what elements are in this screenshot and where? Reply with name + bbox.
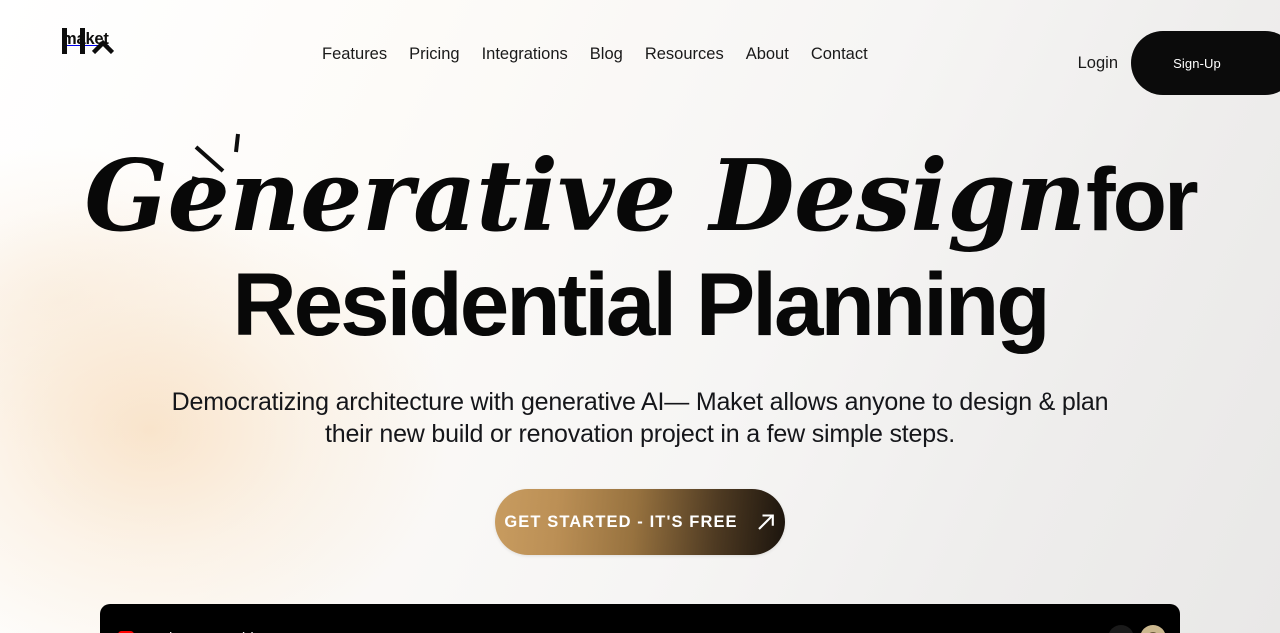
video-share-button[interactable] — [1108, 625, 1134, 633]
site-header: maket Features Pricing Integrations Blog… — [0, 0, 1280, 108]
login-link[interactable]: Login — [1078, 52, 1118, 75]
nav-item-blog[interactable]: Blog — [579, 43, 634, 65]
brand-logo[interactable]: maket — [62, 28, 124, 76]
video-title[interactable]: Maket - AI architecture — [148, 630, 1108, 633]
video-top-bar: Maket - AI architecture — [100, 618, 1180, 633]
hero-subtitle: Democratizing architecture with generati… — [171, 388, 1109, 448]
logo-bar-right — [80, 28, 85, 54]
nav-item-contact[interactable]: Contact — [800, 43, 879, 65]
headline-line-2-text: Residential Planning — [232, 254, 1050, 354]
header-actions: Login Sign-Up — [1078, 31, 1280, 95]
chevron-up-icon — [92, 40, 114, 54]
nav-item-features[interactable]: Features — [322, 43, 398, 65]
video-player[interactable]: Maket - AI architecture — [100, 604, 1180, 633]
get-started-label: GET STARTED - IT'S FREE — [504, 512, 738, 531]
arrow-up-right-icon — [757, 514, 774, 530]
channel-avatar-icon[interactable] — [1140, 625, 1166, 633]
nav-item-pricing[interactable]: Pricing — [398, 43, 470, 65]
logo-bar-left — [62, 28, 67, 54]
landing-page: maket Features Pricing Integrations Blog… — [0, 0, 1280, 633]
main-navigation: Features Pricing Integrations Blog Resou… — [322, 43, 879, 65]
hero-cta-container: GET STARTED - IT'S FREE — [0, 489, 1280, 555]
signup-button[interactable]: Sign-Up — [1131, 31, 1280, 95]
headline-line-2: Residential Planning — [0, 260, 1280, 349]
nav-item-about[interactable]: About — [735, 43, 800, 65]
nav-item-resources[interactable]: Resources — [634, 43, 735, 65]
headline-line-1: Generative Designfor — [0, 148, 1280, 246]
headline-serif-part: Generative Design — [84, 139, 1087, 254]
hero-headline: Generative Designfor Residential Plannin… — [0, 148, 1280, 349]
video-actions — [1108, 625, 1166, 633]
get-started-button[interactable]: GET STARTED - IT'S FREE — [495, 489, 785, 555]
headline-sans-part: for — [1086, 149, 1199, 249]
nav-item-integrations[interactable]: Integrations — [471, 43, 579, 65]
